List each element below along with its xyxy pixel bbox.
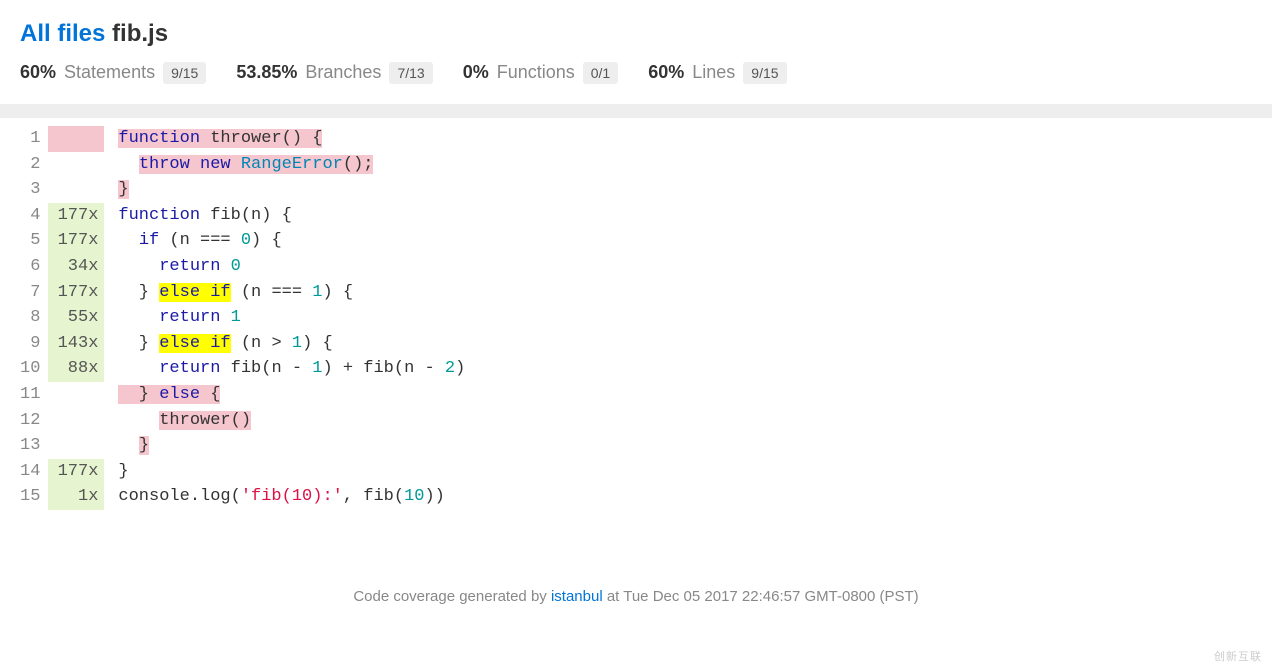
- code-line: function thrower() {: [118, 126, 465, 152]
- metric-functions: 0% Functions 0/1: [463, 62, 619, 84]
- line-number: 13: [20, 433, 40, 459]
- code-line: }: [118, 433, 465, 459]
- hit-count: [48, 408, 104, 434]
- hit-count: 177x: [48, 459, 104, 485]
- breadcrumb-root-link[interactable]: All files: [20, 20, 105, 47]
- line-number: 15: [20, 484, 40, 510]
- metric-fraction: 7/13: [389, 62, 432, 84]
- line-number: 9: [20, 331, 40, 357]
- hit-count: [48, 126, 104, 152]
- line-number: 5: [20, 228, 40, 254]
- code-line: return fib(n - 1) + fib(n - 2): [118, 356, 465, 382]
- code-line: thrower(): [118, 408, 465, 434]
- footer-prefix: Code coverage generated by: [353, 588, 551, 605]
- hit-count: 177x: [48, 203, 104, 229]
- line-number: 1: [20, 126, 40, 152]
- metric-fraction: 9/15: [163, 62, 206, 84]
- metric-fraction: 0/1: [583, 62, 618, 84]
- hit-count: 34x: [48, 254, 104, 280]
- hit-count: [48, 152, 104, 178]
- code-line: return 0: [118, 254, 465, 280]
- hit-count: [48, 382, 104, 408]
- code-body: function thrower() { throw new RangeErro…: [104, 126, 465, 510]
- breadcrumb-current: fib.js: [112, 20, 168, 47]
- hit-count: [48, 433, 104, 459]
- breadcrumb: All files fib.js: [20, 20, 1252, 48]
- line-numbers: 123456789101112131415: [20, 126, 48, 510]
- code-area: 123456789101112131415 177x177x34x177x55x…: [0, 118, 1272, 518]
- code-line: }: [118, 459, 465, 485]
- code-line: console.log('fib(10):', fib(10)): [118, 484, 465, 510]
- code-line: if (n === 0) {: [118, 228, 465, 254]
- hit-count: 177x: [48, 280, 104, 306]
- code-line: throw new RangeError();: [118, 152, 465, 178]
- code-line: }: [118, 177, 465, 203]
- metric-branches: 53.85% Branches 7/13: [236, 62, 432, 84]
- footer-timestamp: Tue Dec 05 2017 22:46:57 GMT-0800 (PST): [623, 588, 918, 605]
- line-number: 14: [20, 459, 40, 485]
- metric-fraction: 9/15: [743, 62, 786, 84]
- footer: Code coverage generated by istanbul at T…: [0, 518, 1272, 625]
- code-line: return 1: [118, 305, 465, 331]
- line-number: 11: [20, 382, 40, 408]
- metrics-row: 60% Statements 9/15 53.85% Branches 7/13…: [20, 62, 1252, 84]
- hit-count: 88x: [48, 356, 104, 382]
- footer-tool-link[interactable]: istanbul: [551, 588, 603, 605]
- hit-count: 55x: [48, 305, 104, 331]
- line-number: 4: [20, 203, 40, 229]
- watermark: 创新互联: [1214, 648, 1262, 664]
- line-number: 7: [20, 280, 40, 306]
- hit-counts: 177x177x34x177x55x143x88x177x1x: [48, 126, 104, 510]
- metric-pct: 0%: [463, 62, 489, 83]
- metric-pct: 60%: [648, 62, 684, 83]
- code-line: } else if (n > 1) {: [118, 331, 465, 357]
- line-number: 12: [20, 408, 40, 434]
- metric-label: Lines: [692, 62, 735, 83]
- metric-label: Functions: [497, 62, 575, 83]
- hit-count: [48, 177, 104, 203]
- hit-count: 177x: [48, 228, 104, 254]
- metric-label: Branches: [305, 62, 381, 83]
- metric-label: Statements: [64, 62, 155, 83]
- metric-pct: 53.85%: [236, 62, 297, 83]
- code-line: function fib(n) {: [118, 203, 465, 229]
- hit-count: 143x: [48, 331, 104, 357]
- metric-lines: 60% Lines 9/15: [648, 62, 786, 84]
- code-line: } else if (n === 1) {: [118, 280, 465, 306]
- metric-pct: 60%: [20, 62, 56, 83]
- line-number: 6: [20, 254, 40, 280]
- line-number: 2: [20, 152, 40, 178]
- line-number: 8: [20, 305, 40, 331]
- divider: [0, 104, 1272, 118]
- metric-statements: 60% Statements 9/15: [20, 62, 206, 84]
- header: All files fib.js 60% Statements 9/15 53.…: [0, 0, 1272, 94]
- footer-at: at: [603, 588, 624, 605]
- code-line: } else {: [118, 382, 465, 408]
- hit-count: 1x: [48, 484, 104, 510]
- line-number: 10: [20, 356, 40, 382]
- line-number: 3: [20, 177, 40, 203]
